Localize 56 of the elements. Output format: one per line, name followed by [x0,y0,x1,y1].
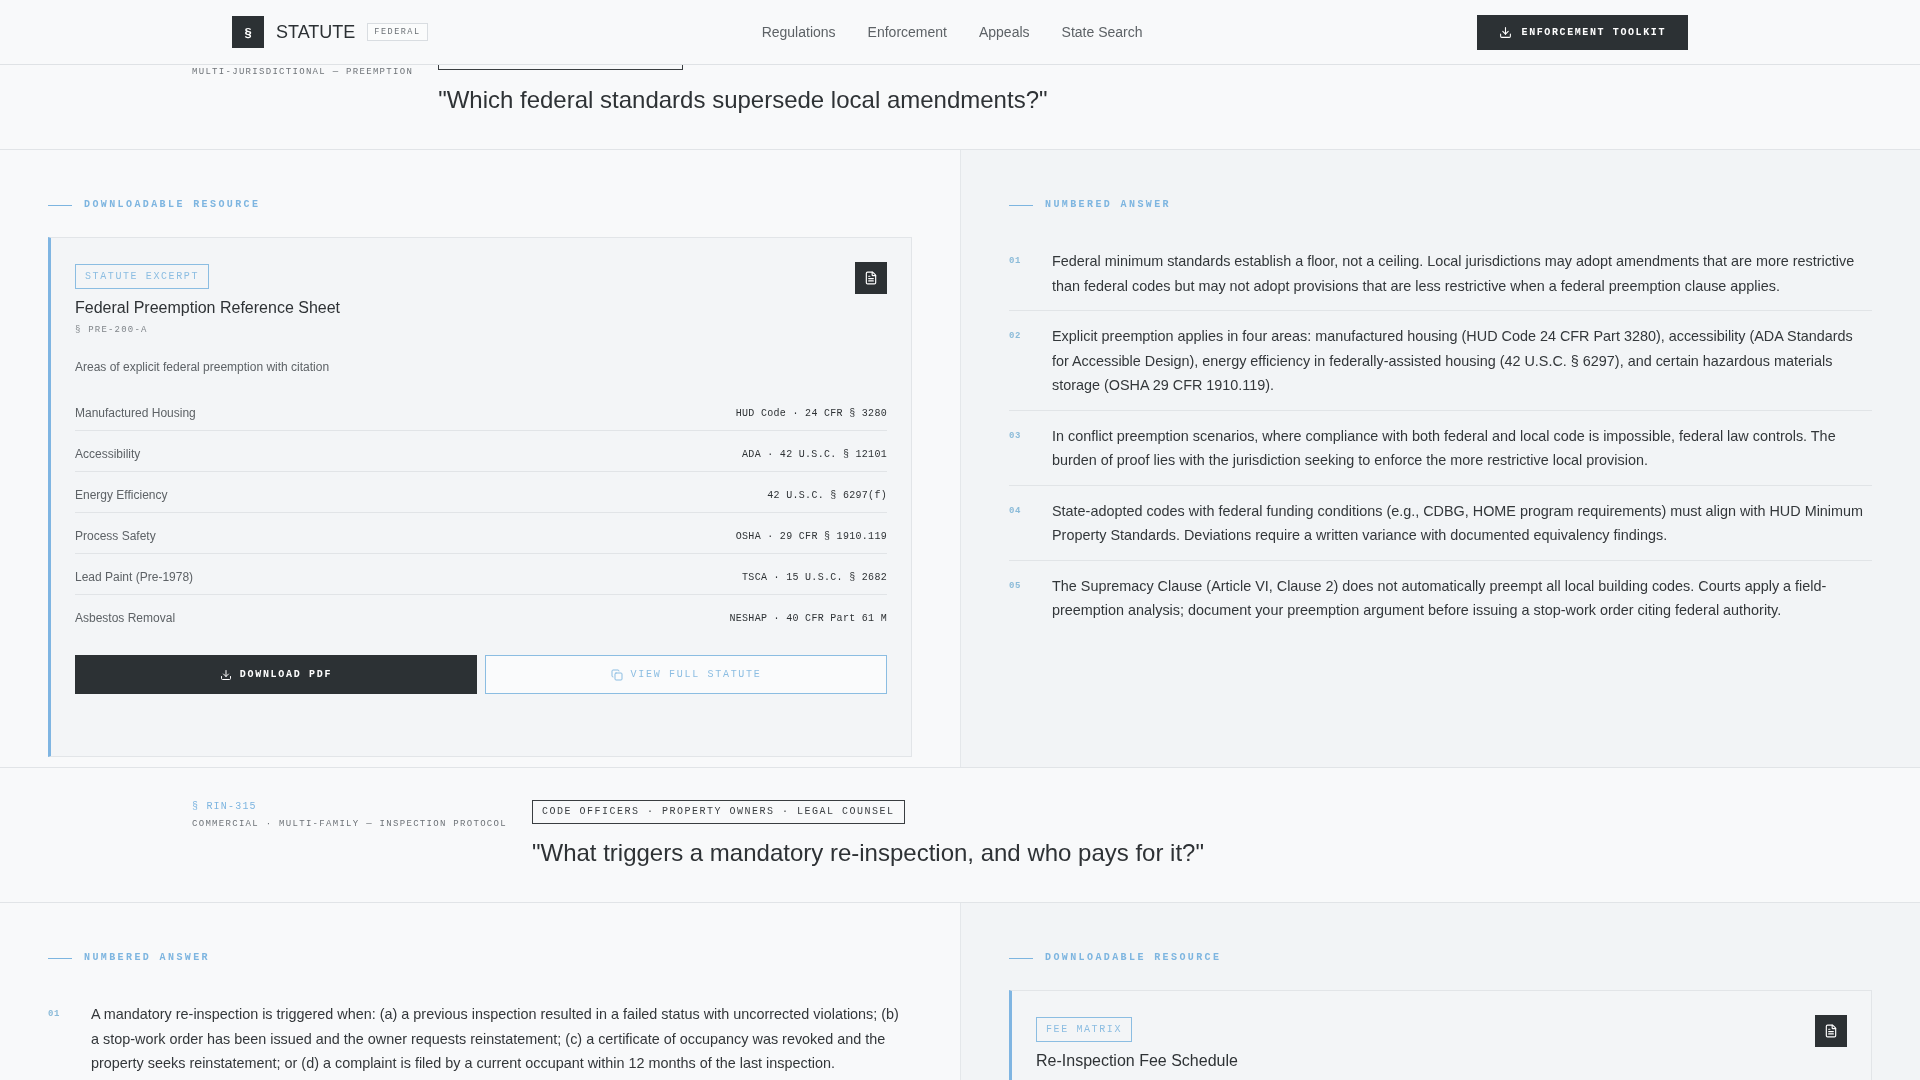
answer-number: 01 [48,1008,61,1021]
citation-label: Energy Efficiency [75,488,168,503]
download-icon [219,668,232,681]
answer-text: Federal minimum standards establish a floor, not a ceiling. Local jurisdictions may adopt amendments that are more restrictive than federal codes but may not adopt provisions that are less restrictive when a federal preemption clause applies. [1052,252,1856,296]
question-category: COMMERCIAL · MULTI-FAMILY — INSPECTION PROTOCOL [192,818,507,831]
answer-number: 02 [1009,330,1022,343]
nav-link[interactable]: Appeals [978,23,1030,41]
resource-reference: § PRE-200-A [75,324,149,336]
citation-label: Process Safety [75,529,156,544]
section-label: NUMBERED ANSWER [1045,198,1171,212]
citation-value: HUD Code · 24 CFR § 3280 [735,407,887,421]
download-pdf-button[interactable]: DOWNLOAD PDF [75,655,477,694]
section-label: NUMBERED ANSWER [84,951,210,965]
citation-value: OSHA · 29 CFR § 1910.119 [735,530,887,544]
resource-type-tag: FEE MATRIX [1036,1017,1132,1042]
answer-number: 03 [1009,429,1022,443]
question-text: "Which federal standards supersede local amendments?" [438,86,1048,114]
resource-description: Areas of explicit federal preemption with citation [75,360,331,375]
citation-value: 42 U.S.C. § 6297(f) [767,489,887,503]
logo-mark: § [232,16,264,48]
citation-label: Lead Paint (Pre-1978) [75,570,194,585]
resource-title: Federal Preemption Reference Sheet [75,298,342,318]
document-button[interactable] [855,262,887,294]
resource-type-tag: STATUTE EXCERPT [75,264,209,289]
audience-tag: CODE OFFICERS · PROPERTY OWNERS · LEGAL COUNSEL [531,800,905,824]
citation-label: Accessibility [75,447,141,462]
brand-name: STATUTE [276,21,356,43]
citation-label: Asbestos Removal [75,611,176,626]
section-label: DOWNLOADABLE RESOURCE [84,198,261,212]
document-button[interactable] [1815,1015,1847,1047]
question-text: "What triggers a mandatory re-inspection, and who pays for it?" [531,839,1204,867]
copy-icon [610,668,623,681]
toolkit-button[interactable]: ENFORCEMENT TOOLKIT [1476,14,1688,50]
download-icon [1498,25,1512,39]
citation-label: Manufactured Housing [75,406,196,421]
answer-text: State-adopted codes with federal funding conditions (e.g., CDBG, HOME program requirements) must align with HUD Minimum Property Standards. Deviations require a written variance with documented equivalency findings. [1052,501,1864,545]
question-reference: § RIN-315 [192,800,258,814]
resource-title: Re-Inspection Fee Schedule [1036,1051,1239,1071]
answer-number: 04 [1009,504,1022,518]
answer-text: In conflict preemption scenarios, where compliance with both federal and local code is impossible, federal law controls. The burden of proof lies with the jurisdiction seeking to enforce the more restrictive local provision. [1052,426,1837,470]
nav-link[interactable]: Enforcement [867,23,947,41]
document-icon [1824,1024,1838,1038]
citation-value: NESHAP · 40 CFR Part 61 M [729,612,887,626]
answer-number: 01 [1009,255,1022,268]
document-icon [864,271,878,285]
nav-link[interactable]: State Search [1061,23,1143,41]
answer-text: Explicit preemption applies in four areas: manufactured housing (HUD Code 24 CFR Part 3280), accessibility (ADA Standards for Accessible Design), energy efficiency in federally-assisted housing (42 U.S.C. § 6297), and certain hazardous materials storage (OSHA 29 CFR 1910.119). [1052,327,1854,395]
answer-number: 05 [1009,579,1022,593]
citation-value: ADA · 42 U.S.C. § 12101 [742,448,887,462]
brand-tag: FEDERAL [367,23,428,41]
answer-text: The Supremacy Clause (Article VI, Clause 2) does not automatically preempt all local building codes. Courts apply a field-preemption analysis; document your preemption argument before issuing a stop-work order citing federal authority. [1052,576,1828,620]
nav-link[interactable]: Regulations [761,23,836,41]
citation-value: TSCA · 15 U.S.C. § 2682 [742,571,887,585]
question-category: MULTI-JURISDICTIONAL — PREEMPTION [192,66,414,79]
section-label: DOWNLOADABLE RESOURCE [1045,951,1222,965]
answer-text: A mandatory re-inspection is triggered when: (a) a previous inspection resulted in a failed status with uncorrected violations; (b) a stop-work order has been issued and the owner requests reinstatement; (c) a certificate of occupancy was revoked and the property seeks reinstatement; or (d) a complaint is filed by a current occupant within 12 months of the last inspection. [91,1005,900,1073]
